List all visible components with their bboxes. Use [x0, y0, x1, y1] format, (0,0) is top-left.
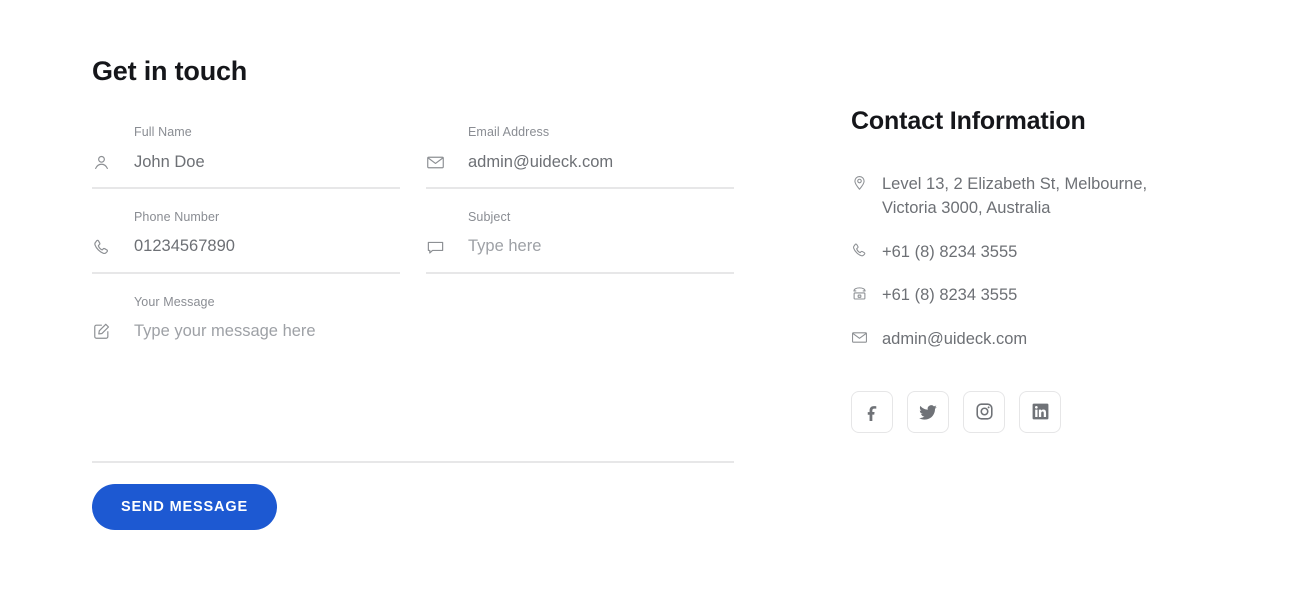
field-label-email-address: Email Address	[468, 125, 550, 140]
field-label-subject: Subject	[468, 209, 511, 224]
contact-phone-text: +61 (8) 8234 3555	[882, 242, 1018, 261]
linkedin-icon	[1031, 402, 1050, 421]
phone-icon	[851, 240, 882, 259]
social-link-twitter[interactable]	[907, 390, 949, 433]
field-value-email-address[interactable]: admin@uideck.com	[468, 152, 613, 173]
twitter-icon	[918, 402, 938, 422]
field-full-name[interactable]: Full Name John Doe	[92, 126, 400, 189]
pencil-square-icon	[92, 322, 134, 341]
submit-row: SEND MESSAGE	[92, 483, 734, 530]
field-phone-number[interactable]: Phone Number 01234567890	[92, 211, 400, 274]
envelope-icon	[426, 153, 468, 172]
contact-page: Get in touch Full Name John Doe Email Ad…	[0, 0, 1300, 596]
field-value-phone-number[interactable]: 01234567890	[134, 236, 235, 257]
contact-information: Contact Information Level 13, 2 Elizabet…	[851, 107, 1251, 433]
social-link-linkedin[interactable]	[1019, 390, 1061, 433]
map-pin-icon	[851, 172, 882, 191]
contact-address-text: Level 13, 2 Elizabeth St, Melbourne, Vic…	[882, 174, 1148, 218]
envelope-icon	[851, 327, 882, 346]
field-value-subject[interactable]: Type here	[468, 236, 541, 257]
contact-item-fax: +61 (8) 8234 3555	[851, 283, 1251, 308]
facebook-icon	[863, 402, 882, 422]
field-label-full-name: Full Name	[134, 125, 192, 140]
field-value-full-name[interactable]: John Doe	[134, 152, 205, 173]
field-your-message[interactable]: Your Message Type your message here	[92, 296, 734, 463]
fax-icon	[851, 283, 882, 302]
social-link-facebook[interactable]	[851, 390, 893, 433]
field-subject[interactable]: Subject Type here	[426, 211, 734, 274]
instagram-icon	[975, 402, 994, 421]
field-label-your-message: Your Message	[134, 294, 215, 309]
user-icon	[92, 153, 134, 172]
contact-item-email: admin@uideck.com	[851, 327, 1251, 352]
chat-bubble-icon	[426, 238, 468, 257]
form-fields: Full Name John Doe Email Address admin@u…	[92, 126, 734, 463]
social-link-instagram[interactable]	[963, 390, 1005, 433]
contact-fax-text: +61 (8) 8234 3555	[882, 286, 1018, 305]
phone-icon	[92, 238, 134, 257]
field-email-address[interactable]: Email Address admin@uideck.com	[426, 126, 734, 189]
page-title: Get in touch	[92, 56, 248, 86]
field-label-phone-number: Phone Number	[134, 209, 220, 224]
contact-form: Get in touch Full Name John Doe Email Ad…	[92, 56, 734, 530]
send-message-button[interactable]: SEND MESSAGE	[92, 483, 278, 530]
contact-information-title: Contact Information	[851, 107, 1086, 135]
contact-email-text: admin@uideck.com	[882, 330, 1028, 349]
contact-item-address: Level 13, 2 Elizabeth St, Melbourne, Vic…	[851, 172, 1251, 221]
social-links	[851, 390, 1251, 433]
contact-item-phone: +61 (8) 8234 3555	[851, 240, 1251, 265]
field-value-your-message[interactable]: Type your message here	[134, 321, 316, 342]
